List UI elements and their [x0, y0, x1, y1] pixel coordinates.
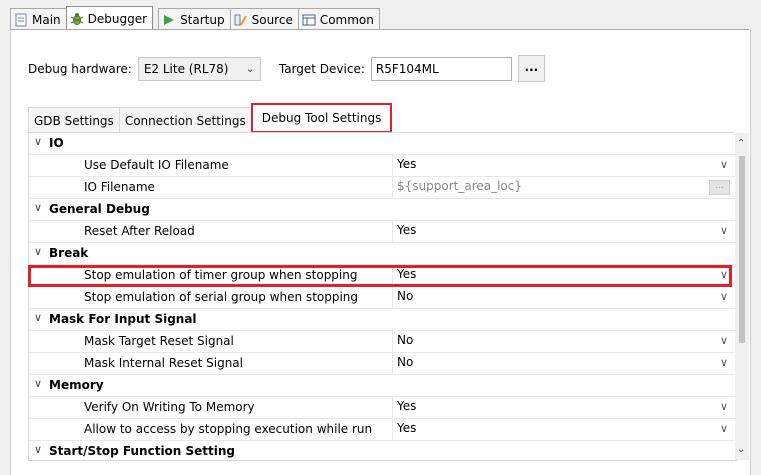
tab-source[interactable]: Source	[229, 8, 299, 30]
property-name: Memory	[49, 378, 104, 392]
column-divider	[392, 287, 393, 308]
target-device-value: R5F104ML	[375, 61, 439, 76]
dropdown-chevron-icon[interactable]: ∨	[720, 422, 728, 435]
column-divider	[392, 397, 393, 418]
category-row[interactable]: ∨ Memory	[29, 375, 736, 397]
collapse-chevron-icon[interactable]: ∨	[34, 311, 42, 324]
column-divider	[392, 419, 393, 440]
column-divider	[392, 331, 393, 352]
property-table: ∨ IO Use Default IO Filename Yes ∨ IO Filenam…	[28, 133, 737, 461]
property-name: Stop emulation of serial group when stop…	[84, 290, 359, 304]
property-value[interactable]: No	[397, 355, 413, 369]
column-divider	[392, 177, 393, 198]
common-icon	[302, 14, 316, 25]
page-icon	[15, 13, 27, 26]
launch-config-tabs: Main Debugger Startup Source Common	[10, 6, 380, 30]
bug-icon	[70, 12, 83, 25]
property-name: Allow to access by stopping execution wh…	[84, 422, 373, 436]
debugger-sub-tabs: GDB Settings Connection Settings Debug T…	[28, 103, 393, 133]
property-name: Verify On Writing To Memory	[84, 400, 255, 414]
property-row[interactable]: Reset After Reload Yes ∨	[29, 221, 736, 243]
tab-debugger-label: Debugger	[87, 11, 148, 26]
property-name: Mask For Input Signal	[49, 312, 197, 326]
property-name: Mask Target Reset Signal	[84, 334, 234, 348]
tab-startup-label: Startup	[180, 12, 225, 27]
property-value[interactable]: Yes	[397, 223, 416, 237]
property-value[interactable]: Yes	[397, 399, 416, 413]
debug-hardware-value: E2 Lite (RL78)	[143, 61, 229, 76]
property-value[interactable]: ${support_area_loc}	[397, 179, 522, 193]
tab-common[interactable]: Common	[297, 8, 380, 30]
tab-source-label: Source	[251, 12, 293, 27]
tab-main-label: Main	[32, 12, 61, 27]
category-row[interactable]: ∨ Start/Stop Function Setting	[29, 441, 736, 460]
tab-connection-settings[interactable]: Connection Settings	[118, 107, 252, 133]
property-name: General Debug	[49, 202, 150, 216]
collapse-chevron-icon[interactable]: ∨	[34, 443, 42, 456]
property-name: IO	[49, 136, 64, 150]
tab-debug-tool-settings[interactable]: Debug Tool Settings	[250, 103, 393, 133]
property-row[interactable]: Mask Internal Reset Signal No ∨	[29, 353, 736, 375]
dropdown-chevron-icon[interactable]: ∨	[720, 356, 728, 369]
property-value[interactable]: Yes	[397, 421, 416, 435]
category-row[interactable]: ∨ Break	[29, 243, 736, 265]
source-icon	[234, 14, 247, 25]
property-name: Break	[49, 246, 89, 260]
property-value[interactable]: No	[397, 289, 413, 303]
property-name: Start/Stop Function Setting	[49, 444, 236, 458]
tab-debugger[interactable]: Debugger	[65, 6, 154, 30]
io-filename-browse-button[interactable]: ...	[709, 180, 730, 195]
property-row[interactable]: Allow to access by stopping execution wh…	[29, 419, 736, 441]
property-name: Use Default IO Filename	[84, 158, 229, 172]
property-row[interactable]: Use Default IO Filename Yes ∨	[29, 155, 736, 177]
tab-main[interactable]: Main	[10, 8, 67, 30]
property-row[interactable]: Stop emulation of serial group when stop…	[29, 287, 736, 309]
play-icon	[164, 14, 175, 25]
highlight-box	[28, 265, 732, 287]
property-row[interactable]: IO Filename ${support_area_loc}...	[29, 177, 736, 199]
property-name: Reset After Reload	[84, 224, 195, 238]
property-name: IO Filename	[84, 180, 155, 194]
property-row[interactable]: Verify On Writing To Memory Yes ∨	[29, 397, 736, 419]
category-row[interactable]: ∨ General Debug	[29, 199, 736, 221]
target-device-browse-button[interactable]: ...	[517, 55, 545, 82]
tab-startup[interactable]: Startup	[158, 8, 231, 30]
hardware-row: Debug hardware: E2 Lite (RL78) ⌄ Target …	[28, 55, 545, 82]
category-row[interactable]: ∨ Mask For Input Signal	[29, 309, 736, 331]
tab-common-label: Common	[319, 12, 374, 27]
property-row[interactable]: Mask Target Reset Signal No ∨	[29, 331, 736, 353]
dropdown-chevron-icon[interactable]: ∨	[720, 334, 728, 347]
dropdown-chevron-icon[interactable]: ∨	[720, 400, 728, 413]
scroll-up-icon[interactable]: ⌃	[737, 138, 745, 149]
collapse-chevron-icon[interactable]: ∨	[34, 245, 42, 258]
dropdown-chevron-icon[interactable]: ∨	[720, 158, 728, 171]
debug-hardware-select[interactable]: E2 Lite (RL78) ⌄	[137, 56, 261, 81]
target-device-field[interactable]: R5F104ML	[370, 56, 512, 81]
category-row[interactable]: ∨ IO	[29, 133, 736, 155]
dropdown-chevron-icon[interactable]: ∨	[720, 290, 728, 303]
column-divider	[392, 155, 393, 176]
target-device-label: Target Device:	[278, 61, 365, 76]
property-name: Mask Internal Reset Signal	[84, 356, 243, 370]
debug-hardware-label: Debug hardware:	[28, 61, 132, 76]
tab-gdb-settings[interactable]: GDB Settings	[28, 107, 120, 133]
dropdown-chevron-icon[interactable]: ∨	[720, 224, 728, 237]
collapse-chevron-icon[interactable]: ∨	[34, 377, 42, 390]
property-value[interactable]: Yes	[397, 157, 416, 171]
property-value[interactable]: No	[397, 333, 413, 347]
chevron-down-icon: ⌄	[245, 61, 255, 75]
collapse-chevron-icon[interactable]: ∨	[34, 135, 42, 148]
collapse-chevron-icon[interactable]: ∨	[34, 201, 42, 214]
column-divider	[392, 221, 393, 242]
scroll-down-icon[interactable]: ⌄	[737, 444, 745, 455]
column-divider	[392, 353, 393, 374]
scrollbar-thumb[interactable]	[739, 156, 745, 343]
